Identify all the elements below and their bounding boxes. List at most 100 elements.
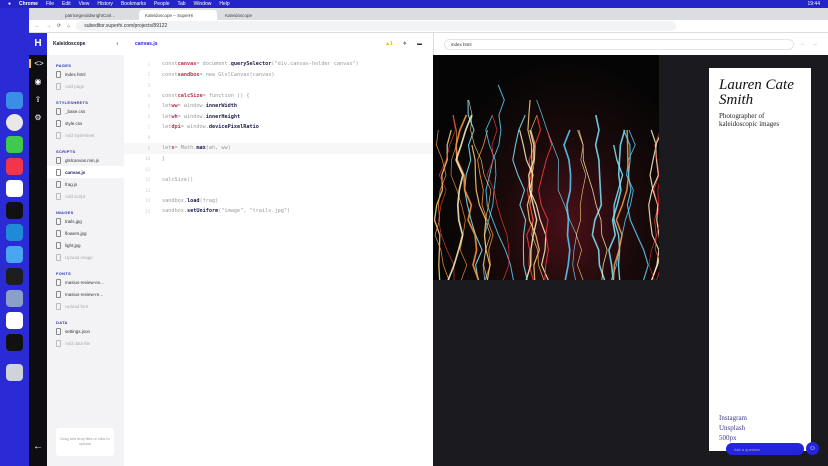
kinde-icon[interactable] [6,334,23,351]
eye-icon[interactable]: ◉ [29,77,47,86]
code-line[interactable]: 13 [124,185,433,196]
code-line[interactable]: 7 let dpi = window. devicePixelRatio [124,122,433,133]
browser-window: patricegeraldwrightCarl... Kaleidoscope … [29,8,828,466]
code-token: (wh, ww) [205,145,231,152]
code-token: calcSize() [162,176,194,183]
code-line[interactable]: 12 calcSize() [124,175,433,186]
code-line[interactable]: 2 const sandbox = new GlslCanvas(canvas) [124,70,433,81]
menu-history[interactable]: History [97,1,113,7]
file-item[interactable]: canvas.js [47,166,124,178]
chat-smiley-icon[interactable]: ☺ [806,442,819,455]
code-line[interactable]: 4 const calcSize = function () { [124,91,433,102]
code-icon[interactable]: <> [29,59,47,68]
file-name: settings.json [65,328,91,334]
menu-edit[interactable]: Edit [62,1,71,7]
code-line[interactable]: 10} [124,154,433,165]
warning-icon[interactable]: ▲1 [385,41,393,47]
code-line[interactable]: 9 let s = Math. max (wh, ww) [124,143,433,154]
code-line[interactable]: 3 [124,80,433,91]
file-item[interactable]: masius-review-re... [47,288,124,300]
share-icon[interactable]: ⇪ [29,95,47,104]
tab-kaleidoscope[interactable]: Kaleidoscope [219,10,297,20]
gear-icon[interactable]: ⚙ [29,113,47,122]
tab-superhi[interactable]: Kaleidoscope – SuperHi [139,10,217,20]
menu-view[interactable]: View [79,1,90,7]
apple-icon[interactable]: ● [8,1,11,7]
add-file-button[interactable]: Upload image [47,251,124,263]
magic-wand-icon[interactable]: ✧ [403,41,407,47]
menu-chrome[interactable]: Chrome [19,1,38,7]
font-app-icon[interactable] [6,312,23,329]
line-number: 10 [145,156,150,162]
code-line[interactable]: 5 let ww = window. innerWidth [124,101,433,112]
file-item[interactable]: glslcanvas.min.js [47,154,124,166]
menu-file[interactable]: File [46,1,54,7]
code-token: = window. [180,124,209,131]
tab-strip: patricegeraldwrightCarl... Kaleidoscope … [29,8,828,20]
add-icon [56,302,61,310]
preview-pane: index.html ← → Lauren Cate Smith Photogr… [433,33,828,466]
menu-tab[interactable]: Tab [178,1,186,7]
add-file-button[interactable]: Add data file [47,337,124,349]
messages-icon[interactable] [6,136,23,153]
file-icon [56,107,61,115]
add-file-button[interactable]: Upload font [47,300,124,312]
preview-forward-icon[interactable]: → [812,41,818,47]
add-file-button[interactable]: Add stylesheet [47,129,124,141]
file-item[interactable]: style.css [47,117,124,129]
code-line[interactable]: 11 [124,164,433,175]
upload-dropzone[interactable]: Drag and drop files or click to upload [56,428,114,456]
collapse-icon[interactable]: ‹ [116,41,118,47]
file-item[interactable]: trails.jpg [47,215,124,227]
figma-icon[interactable] [6,268,23,285]
slack-icon[interactable] [6,180,23,197]
terminal-icon[interactable] [6,202,23,219]
code-line[interactable]: 6 let wh = window. innerHeight [124,112,433,123]
file-item[interactable]: index.html [47,68,124,80]
file-name: style.css [65,120,83,126]
preview-back-icon[interactable]: ← [800,41,806,47]
layout-icon[interactable]: ▬ [417,41,422,47]
app-icon[interactable] [6,290,23,307]
trash-icon[interactable] [6,364,23,381]
file-item[interactable]: masius-review-ex... [47,276,124,288]
menu-help[interactable]: Help [219,1,229,7]
menu-people[interactable]: People [154,1,170,7]
home-icon[interactable]: ⌂ [67,23,70,29]
file-item[interactable]: frag.js [47,178,124,190]
code-line[interactable]: 15 sandbox. setUniform ("image", "trails.jp… [124,206,433,217]
vscode-icon[interactable] [6,224,23,241]
preview-url[interactable]: index.html [444,38,794,50]
code-line[interactable]: 8 [124,133,433,144]
chrome-icon[interactable] [6,114,23,131]
url-input[interactable]: subeditor.superhi.com/projects/89122 [76,21,677,31]
add-icon [56,253,61,261]
code-line[interactable]: 14 sandbox. load (frag) [124,196,433,207]
file-item[interactable]: _base.css [47,105,124,117]
link-500px[interactable]: 500px [719,433,747,443]
menu-bookmarks[interactable]: Bookmarks [121,1,146,7]
menu-window[interactable]: Window [194,1,212,7]
code-token: canvas [177,61,197,68]
code-token: = document. [196,61,231,68]
music-icon[interactable] [6,158,23,175]
tab-github[interactable]: patricegeraldwrightCarl... [59,10,137,20]
reload-icon[interactable]: ⟳ [57,23,61,29]
code-line[interactable]: 1 const canvas = document. querySelector ("… [124,59,433,70]
add-icon [56,131,61,139]
back-icon[interactable]: ← [35,23,40,29]
link-unsplash[interactable]: Unsplash [719,423,747,433]
file-item[interactable]: light.jpg [47,239,124,251]
mail-icon[interactable] [6,246,23,263]
file-item[interactable]: flowers.jpg [47,227,124,239]
forward-icon[interactable]: → [46,23,51,29]
add-file-button[interactable]: Add script [47,190,124,202]
open-file-tab[interactable]: canvas.js [135,41,158,47]
file-item[interactable]: settings.json [47,325,124,337]
link-instagram[interactable]: Instagram [719,413,747,423]
finder-icon[interactable] [6,92,23,109]
superhi-logo[interactable]: H [29,33,47,55]
ask-question-input[interactable]: Ask a question [726,443,804,455]
exit-arrow-icon[interactable]: ← [29,441,47,452]
add-file-button[interactable]: Add page [47,80,124,92]
